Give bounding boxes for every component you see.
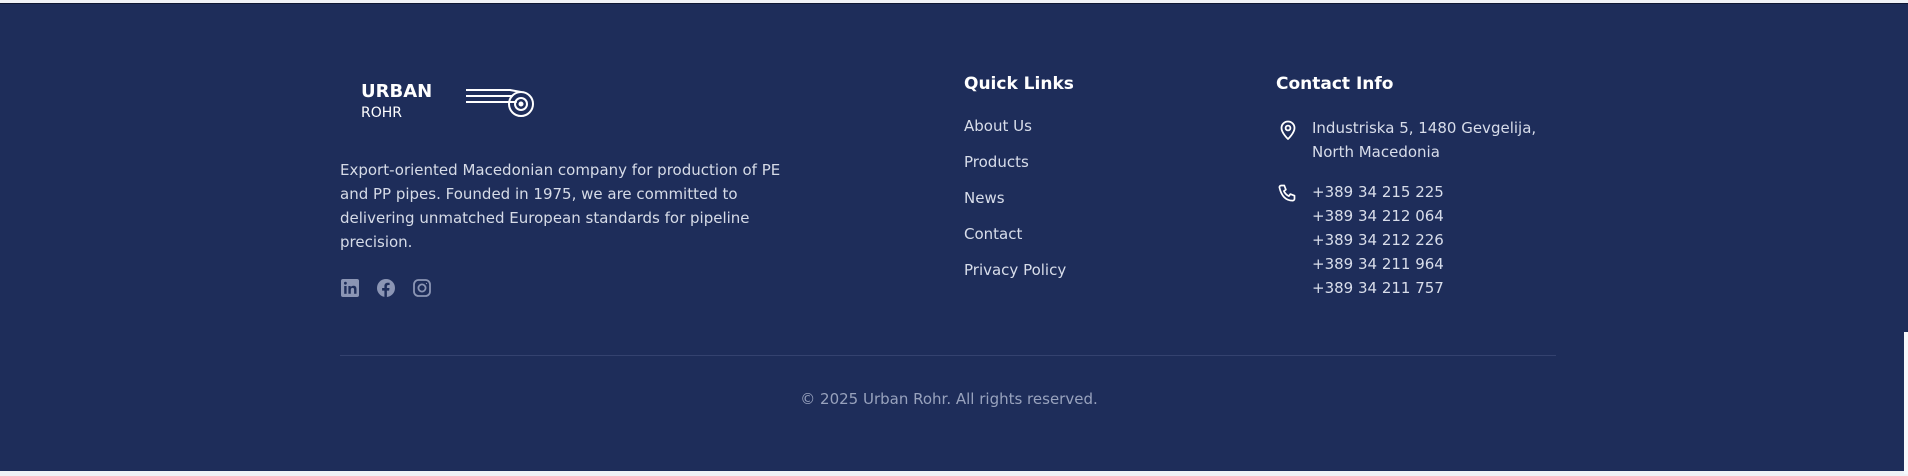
logo-urban: URBAN — [361, 81, 433, 102]
phone-number[interactable]: +389 34 212 226 — [1312, 228, 1576, 252]
logo-rohr: ROHR — [361, 105, 403, 121]
contact-info-title: Contact Info — [1276, 74, 1394, 94]
facebook-icon[interactable] — [376, 278, 396, 298]
phone-number[interactable]: +389 34 211 964 — [1312, 252, 1576, 276]
link-news[interactable]: News — [964, 188, 1074, 208]
footer-brand[interactable]: URBAN ROHR — [340, 74, 550, 124]
site-footer: URBAN ROHR Export-oriented Macedonian co… — [0, 3, 1908, 474]
linkedin-icon[interactable] — [340, 278, 360, 298]
link-contact[interactable]: Contact — [964, 224, 1074, 244]
quick-links-list: About Us Products News Contact Privacy P… — [964, 116, 1074, 280]
viewport-edge — [1904, 7, 1908, 332]
quick-links-section: Quick Links About Us Products News Conta… — [964, 73, 1074, 296]
link-about-us[interactable]: About Us — [964, 116, 1074, 136]
copyright-text: © 2025 Urban Rohr. All rights reserved. — [800, 390, 1098, 408]
phone-number[interactable]: +389 34 211 757 — [1312, 276, 1576, 300]
address-row: Industriska 5, 1480 Gevgelija, North Mac… — [1276, 116, 1576, 164]
phone-icon — [1276, 182, 1300, 206]
instagram-icon[interactable] — [412, 278, 432, 298]
phone-row: +389 34 215 225 +389 34 212 064 +389 34 … — [1276, 180, 1576, 300]
phone-number[interactable]: +389 34 212 064 — [1312, 204, 1576, 228]
map-pin-icon — [1276, 118, 1300, 142]
footer-divider — [340, 355, 1556, 356]
address-line-2: North Macedonia — [1312, 143, 1440, 161]
company-description: Export-oriented Macedonian company for p… — [340, 161, 781, 251]
pipe-logo-icon — [465, 84, 538, 120]
contact-info-section: Contact Info Industriska 5, 1480 Gevgeli… — [1276, 73, 1576, 300]
quick-links-title: Quick Links — [964, 74, 1074, 94]
link-products[interactable]: Products — [964, 152, 1074, 172]
social-links — [340, 278, 432, 298]
logo-text: URBAN ROHR — [361, 81, 432, 122]
phone-number[interactable]: +389 34 215 225 — [1312, 180, 1576, 204]
address-line-1: Industriska 5, 1480 Gevgelija, — [1312, 119, 1537, 137]
scrollbar-track — [1904, 332, 1908, 474]
link-privacy-policy[interactable]: Privacy Policy — [964, 260, 1074, 280]
